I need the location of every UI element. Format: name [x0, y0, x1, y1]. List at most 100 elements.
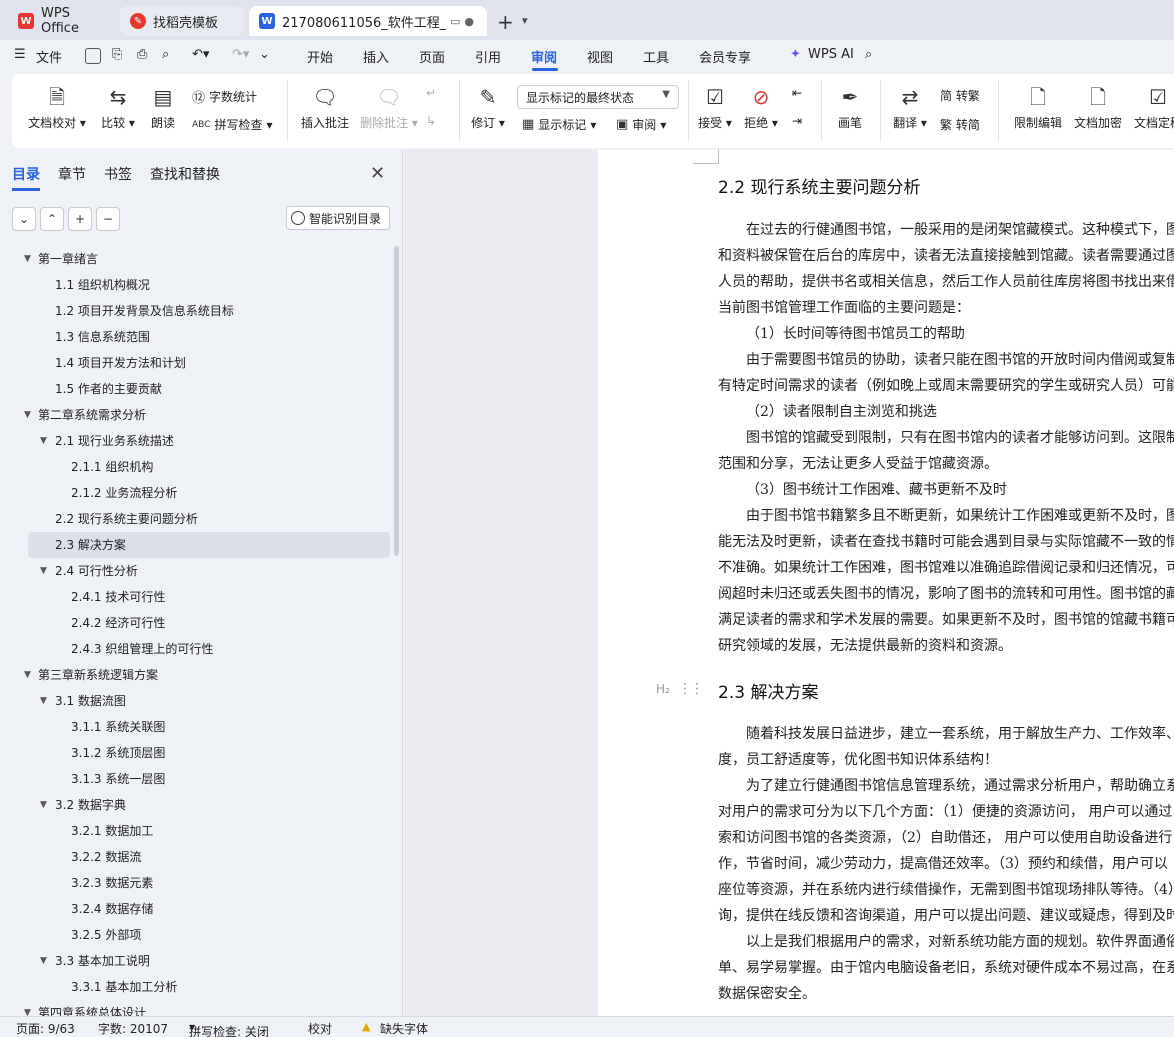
menu-references[interactable]: 引用 [475, 47, 501, 66]
tab-wps-office[interactable]: W WPS Office [8, 6, 116, 36]
close-icon[interactable]: ✕ [370, 163, 385, 184]
expand-triangle-icon[interactable]: ▼ [40, 688, 47, 714]
menu-review[interactable]: 审阅 [531, 47, 557, 66]
tab-templates[interactable]: ✎ 找稻壳模板 [120, 6, 244, 36]
toc-item[interactable]: 1.2 项目开发背景及信息系统目标 [0, 298, 392, 324]
finalize-button[interactable]: ☑ 文档定稿 [1132, 84, 1174, 131]
simp-to-trad-button[interactable]: 简 转繁 [940, 87, 980, 104]
proof-button[interactable]: 校对 [308, 1020, 332, 1037]
expand-triangle-icon[interactable]: ▼ [24, 662, 31, 688]
doc-check-button[interactable]: 🗎 文档校对 ▾ [28, 84, 86, 131]
menu-page[interactable]: 页面 [419, 47, 445, 66]
toc-item[interactable]: 3.2.5 外部项 [0, 922, 392, 948]
toc-item[interactable]: 3.1.2 系统顶层图 [0, 740, 392, 766]
menu-view[interactable]: 视图 [587, 47, 613, 66]
tab-bookmarks[interactable]: 书签 [104, 164, 132, 191]
prev-comment-icon[interactable]: ↵ [426, 86, 436, 100]
toc-item[interactable]: 2.1.2 业务流程分析 [0, 480, 392, 506]
show-markup-button[interactable]: ▦ 显示标记 ▾ [522, 116, 596, 133]
toc-item[interactable]: 3.2.2 数据流 [0, 844, 392, 870]
toc-item[interactable]: 3.2.3 数据元素 [0, 870, 392, 896]
toc-item[interactable]: 2.1.1 组织机构 [0, 454, 392, 480]
page-indicator[interactable]: 页面: 9/63 [16, 1020, 75, 1037]
toc-item[interactable]: ▼ 第一章绪言 [0, 246, 392, 272]
wps-ai-icon[interactable]: ✦ [790, 47, 801, 62]
toc-item[interactable]: 2.4.1 技术可行性 [0, 584, 392, 610]
drag-handle-icon[interactable]: ⋮⋮ [678, 681, 704, 697]
toc-item[interactable]: 1.3 信息系统范围 [0, 324, 392, 350]
toc-item[interactable]: 3.2.4 数据存储 [0, 896, 392, 922]
toc-item[interactable]: 1.4 项目开发方法和计划 [0, 350, 392, 376]
print-icon[interactable]: ⎙ [137, 47, 147, 62]
add-heading-icon[interactable]: + [68, 207, 92, 231]
more-chevron-icon[interactable]: ⌄ [259, 47, 270, 62]
spell-check-status[interactable]: 拼写检查: 关闭 ▾ [189, 1020, 269, 1037]
expand-triangle-icon[interactable]: ▼ [24, 402, 31, 428]
chevron-down-icon[interactable]: ▾ [522, 14, 528, 27]
remove-heading-icon[interactable]: − [96, 207, 120, 231]
expand-triangle-icon[interactable]: ▼ [40, 558, 47, 584]
compare-button[interactable]: ⇆ 比较 ▾ [98, 84, 138, 131]
hamburger-icon[interactable]: ☰ [14, 47, 26, 62]
restrict-edit-button[interactable]: 🗋 限制编辑 [1012, 84, 1064, 131]
toc-item[interactable]: ▼ 2.4 可行性分析 [0, 558, 392, 584]
next-change-icon[interactable]: ⇥ [792, 114, 802, 128]
heading-level-marker[interactable]: H₂ [656, 682, 670, 696]
undo-icon[interactable]: ↶▾ [192, 47, 209, 62]
share-icon[interactable]: ⎘ [112, 47, 122, 62]
toc-item[interactable]: 1.5 作者的主要贡献 [0, 376, 392, 402]
toc-item[interactable]: 3.2.1 数据加工 [0, 818, 392, 844]
toc-item[interactable]: ▼ 第二章系统需求分析 [0, 402, 392, 428]
tab-sections[interactable]: 章节 [58, 164, 86, 191]
review-pane-button[interactable]: ▣ 审阅 ▾ [616, 116, 666, 133]
missing-font-button[interactable]: 缺失字体 [380, 1020, 428, 1037]
menu-file[interactable]: 文件 [36, 47, 62, 66]
collapse-up-icon[interactable]: ⌃ [40, 207, 64, 231]
toc-item[interactable]: ▼ 3.3 基本加工说明 [0, 948, 392, 974]
toc-item[interactable]: ▼ 第三章新系统逻辑方案 [0, 662, 392, 688]
revise-button[interactable]: ✎ 修订 ▾ [470, 84, 506, 131]
expand-triangle-icon[interactable]: ▼ [40, 428, 47, 454]
trad-to-simp-button[interactable]: 繁 转简 [940, 116, 980, 133]
word-count-button[interactable]: ⑫ 字数统计 [192, 87, 257, 106]
toc-item[interactable]: ▼ 2.1 现行业务系统描述 [0, 428, 392, 454]
toc-item[interactable]: 3.1.3 系统一层图 [0, 766, 392, 792]
read-aloud-button[interactable]: ▤ 朗读 [148, 84, 178, 131]
toc-item[interactable]: 2.3 解决方案 [28, 532, 390, 558]
new-tab-plus-icon[interactable]: + [497, 10, 514, 34]
toc-item[interactable]: 2.4.3 织组管理上的可行性 [0, 636, 392, 662]
print-preview-icon[interactable]: ⌕ [162, 47, 169, 62]
toc-item[interactable]: 2.2 现行系统主要问题分析 [0, 506, 392, 532]
toc-item[interactable]: 3.1.1 系统关联图 [0, 714, 392, 740]
expand-triangle-icon[interactable]: ▼ [24, 246, 31, 272]
search-icon[interactable]: ⌕ [865, 47, 872, 62]
toc-item[interactable]: ▼ 3.1 数据流图 [0, 688, 392, 714]
spell-check-button[interactable]: ABC 拼写检查 ▾ [192, 116, 273, 133]
markup-state-select[interactable]: 显示标记的最终状态 ▼ [517, 85, 679, 109]
insert-comment-button[interactable]: 🗨 插入批注 [299, 84, 351, 131]
tab-find-replace[interactable]: 查找和替换 [150, 164, 220, 191]
menu-member[interactable]: 会员专享 [699, 47, 751, 66]
dot-icon[interactable]: ● [464, 15, 474, 28]
toc-item[interactable]: 2.4.2 经济可行性 [0, 610, 392, 636]
save-icon[interactable] [85, 48, 101, 64]
accept-button[interactable]: ☑ 接受 ▾ [698, 84, 732, 131]
toc-item[interactable]: 1.1 组织机构概况 [0, 272, 392, 298]
redo-icon[interactable]: ↷▾ [232, 47, 249, 62]
reject-button[interactable]: ⊘ 拒绝 ▾ [744, 84, 778, 131]
next-comment-icon[interactable]: ↳ [426, 114, 436, 128]
word-count-indicator[interactable]: 字数: 20107 [98, 1020, 168, 1037]
menu-home[interactable]: 开始 [307, 47, 333, 66]
monitor-icon[interactable]: ▭ [450, 15, 460, 28]
tab-toc[interactable]: 目录 [12, 164, 40, 191]
translate-button[interactable]: ⇄ 翻译 ▾ [892, 84, 928, 131]
expand-triangle-icon[interactable]: ▼ [40, 792, 47, 818]
menu-tools[interactable]: 工具 [643, 47, 669, 66]
menu-insert[interactable]: 插入 [363, 47, 389, 66]
expand-triangle-icon[interactable]: ▼ [40, 948, 47, 974]
smart-toc-button[interactable]: 智能识别目录 [286, 206, 390, 230]
pen-button[interactable]: ✒ 画笔 [836, 84, 864, 131]
menu-wps-ai[interactable]: WPS AI [808, 47, 854, 62]
collapse-down-icon[interactable]: ⌄ [12, 207, 36, 231]
toc-item[interactable]: 3.3.1 基本加工分析 [0, 974, 392, 1000]
